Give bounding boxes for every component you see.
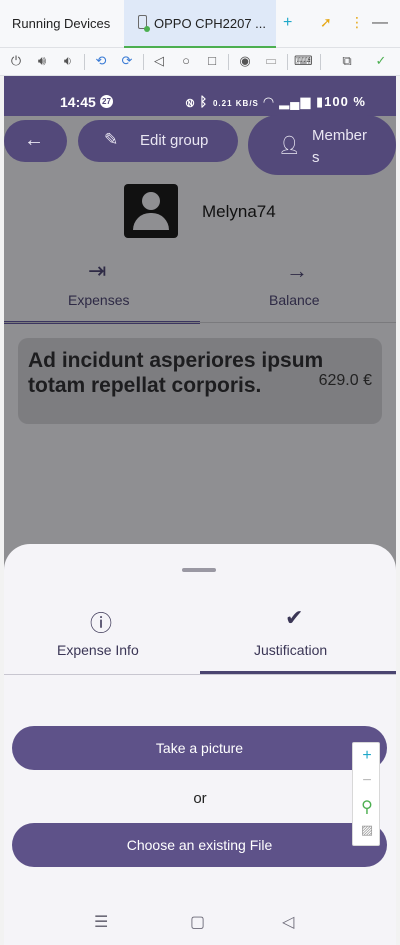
members-button[interactable]: 👤︎ Members	[248, 115, 396, 175]
device-tab-label: OPPO CPH2207 ...	[154, 16, 266, 31]
login-icon: ⇥	[88, 258, 107, 283]
zoom-controls: + − ⚲ ▨	[352, 742, 380, 846]
zoom-out-icon[interactable]: −	[353, 772, 381, 790]
back-arrow-icon: ←	[24, 129, 44, 151]
group-avatar	[124, 184, 178, 238]
speed-label: 0.21 KB/S	[212, 99, 259, 108]
actual-size-icon[interactable]: ▨	[353, 822, 381, 838]
running-devices-title: Running Devices	[12, 16, 111, 31]
battery-icon: ▮	[315, 94, 325, 109]
or-separator: or	[193, 790, 207, 807]
home-icon[interactable]: ○	[177, 53, 195, 68]
volume-down-icon[interactable]: 🔉︎	[59, 53, 77, 69]
recents-icon[interactable]: ☰	[94, 912, 108, 932]
status-bar: 14:45 27 Ⓝ ᛒ 0.21 KB/S ◠ ▂▄▆ ▮100 %	[4, 76, 396, 116]
emulator-toolbar: ⏻ 🔊︎ 🔉︎ ⟲ ⟳ ◁ ○ □ ◉ ▭ ⌨ ⧉ ✓	[0, 48, 400, 76]
record-icon[interactable]: ▭	[262, 53, 280, 69]
rotate-right-icon[interactable]: ⟳	[118, 53, 136, 69]
zoom-fit-icon[interactable]: ⚲	[353, 797, 381, 817]
zoom-in-icon[interactable]: +	[353, 747, 381, 765]
volume-up-icon[interactable]: 🔊︎	[33, 53, 51, 69]
status-time: 14:45	[60, 94, 96, 110]
sheet-handle[interactable]	[182, 568, 216, 572]
tab-expenses-label: Expenses	[68, 292, 130, 308]
tab-balance-label: Balance	[269, 292, 320, 308]
plus-icon[interactable]: +	[283, 14, 292, 32]
tab-justification[interactable]: ✔ Justification	[200, 604, 396, 674]
power-icon[interactable]: ⏻	[7, 53, 25, 69]
arrow-right-icon: →	[286, 258, 308, 283]
home-nav-icon[interactable]: ▢	[190, 912, 205, 932]
ide-header: Running Devices OPPO CPH2207 ... + ➚ ⋮ —	[0, 0, 400, 48]
choose-file-button[interactable]: Choose an existing File	[12, 823, 387, 867]
wifi-icon: ◠	[263, 94, 275, 109]
group-name: Melyna74	[202, 202, 276, 221]
expense-amount: 629.0 €	[318, 372, 372, 389]
pencil-icon: ✎	[104, 130, 119, 149]
edit-group-button[interactable]: ✎ Edit group	[78, 120, 238, 162]
check-icon[interactable]: ✓	[372, 53, 390, 69]
signal-icon: ▂▄▆	[279, 94, 312, 109]
rotate-left-icon[interactable]: ⟲	[92, 53, 110, 69]
notification-badge: 27	[100, 95, 113, 108]
minimize-icon[interactable]: —	[372, 14, 388, 32]
members-label: Members	[312, 127, 368, 166]
expense-card[interactable]: Ad incidunt asperiores ipsum totam repel…	[18, 338, 382, 424]
take-picture-button[interactable]: Take a picture	[12, 726, 387, 770]
tab-expense-info[interactable]: ⓘ Expense Info	[4, 604, 200, 674]
tab-expenses[interactable]: ⇥ Expenses	[4, 250, 200, 324]
info-icon: ⓘ	[90, 611, 113, 636]
tab-expense-info-label: Expense Info	[57, 642, 139, 658]
arrow-icon[interactable]: ➚	[320, 14, 332, 31]
device-screen: 14:45 27 Ⓝ ᛒ 0.21 KB/S ◠ ▂▄▆ ▮100 % ← ✎ …	[4, 76, 396, 945]
android-nav-bar: ☰ ▢ ◁	[4, 904, 396, 945]
check-circle-icon: ✔	[285, 605, 304, 630]
person-icon: 👤︎	[278, 135, 301, 155]
back-nav-icon[interactable]: ◁	[282, 912, 294, 932]
back-icon[interactable]: ◁	[150, 53, 168, 69]
bottom-sheet: ⓘ Expense Info ✔ Justification Take a pi…	[4, 544, 396, 945]
keyboard-icon[interactable]: ⌨	[294, 53, 313, 69]
back-button[interactable]: ←	[4, 120, 67, 162]
tab-justification-label: Justification	[254, 642, 328, 658]
connected-dot-icon	[144, 26, 150, 32]
bluetooth-icon: ᛒ	[199, 94, 209, 109]
edit-group-label: Edit group	[140, 132, 209, 149]
more-icon[interactable]: ⋮	[350, 14, 364, 31]
overview-icon[interactable]: □	[203, 53, 221, 68]
battery-label: 100 %	[324, 94, 366, 109]
inspect-icon[interactable]: ⧉	[338, 53, 356, 69]
nfc-icon: Ⓝ	[186, 94, 195, 109]
status-icons: Ⓝ ᛒ 0.21 KB/S ◠ ▂▄▆ ▮100 %	[186, 94, 366, 110]
screenshot-icon[interactable]: ◉	[236, 53, 254, 69]
device-tab[interactable]: OPPO CPH2207 ...	[124, 0, 276, 48]
tab-balance[interactable]: → Balance	[200, 250, 396, 324]
expense-title: Ad incidunt asperiores ipsum totam repel…	[28, 349, 324, 397]
